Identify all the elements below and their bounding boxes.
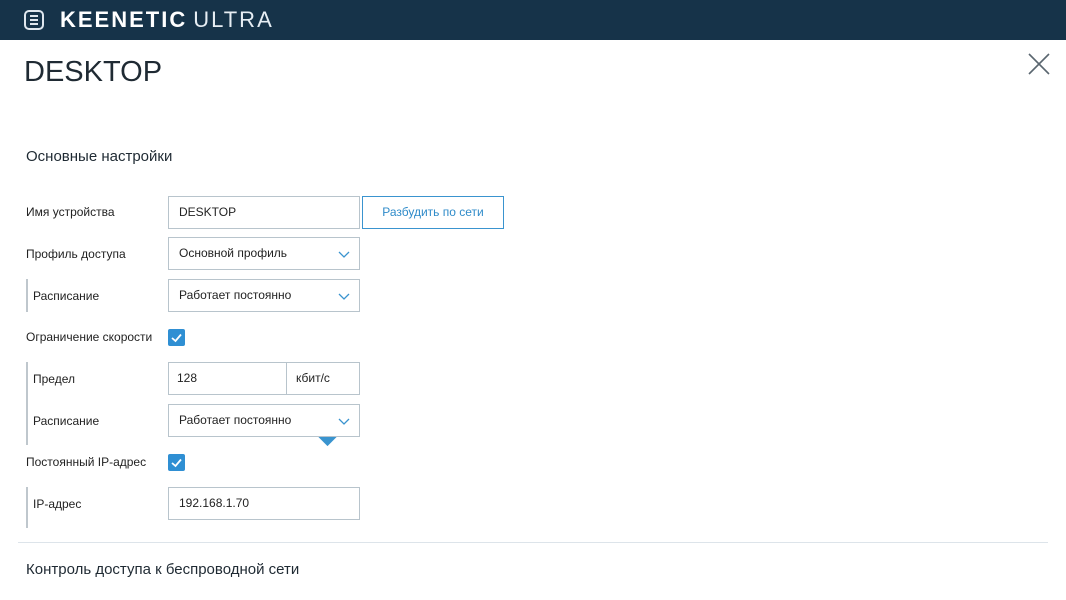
ip-address-value: 192.168.1.70 <box>179 496 250 510</box>
speed-schedule-label: Расписание <box>33 414 100 428</box>
device-name-value: DESKTOP <box>179 205 237 219</box>
chevron-down-icon <box>338 251 350 258</box>
limit-value: 128 <box>177 371 198 385</box>
indent-bar <box>26 279 28 312</box>
device-name-label: Имя устройства <box>26 205 115 219</box>
section-title-wireless: Контроль доступа к беспроводной сети <box>26 561 300 578</box>
wake-on-lan-button[interactable]: Разбудить по сети <box>362 196 504 229</box>
indent-bar <box>26 487 28 528</box>
ip-address-input[interactable]: 192.168.1.70 <box>168 487 360 520</box>
profile-schedule-value: Работает постоянно <box>179 288 292 302</box>
ip-address-label: IP-адрес <box>33 497 82 511</box>
chevron-down-icon <box>338 293 350 300</box>
speed-limit-checkbox[interactable] <box>168 329 185 346</box>
logo-brand: KEENETIC <box>60 7 188 32</box>
check-icon <box>171 458 182 468</box>
limit-unit-value: кбит/с <box>296 371 330 385</box>
limit-label: Предел <box>33 372 75 386</box>
profile-schedule-select[interactable]: Работает постоянно <box>168 279 360 312</box>
profile-schedule-label: Расписание <box>33 289 100 303</box>
section-title-basic: Основные настройки <box>26 148 173 165</box>
chevron-down-icon <box>338 418 350 425</box>
logo: KEENETIC ULTRA <box>60 6 274 34</box>
device-name-input[interactable]: DESKTOP <box>168 196 360 229</box>
check-icon <box>171 333 182 343</box>
page-title: DESKTOP <box>24 56 163 88</box>
access-profile-label: Профиль доступа <box>26 247 126 261</box>
limit-unit-select[interactable]: кбит/с <box>286 363 359 447</box>
speed-schedule-select[interactable]: Работает постоянно <box>168 404 360 437</box>
speed-limit-label: Ограничение скорости <box>26 330 153 344</box>
logo-model: ULTRA <box>193 7 274 32</box>
section-divider <box>18 542 1048 543</box>
indent-bar <box>26 362 28 445</box>
limit-input[interactable]: 128 кбит/с <box>168 362 360 447</box>
menu-icon[interactable] <box>24 10 44 30</box>
access-profile-select[interactable]: Основной профиль <box>168 237 360 270</box>
static-ip-checkbox[interactable] <box>168 454 185 471</box>
close-icon[interactable] <box>1026 51 1052 77</box>
static-ip-label: Постоянный IP-адрес <box>26 455 147 469</box>
top-bar: KEENETIC ULTRA <box>0 0 1066 40</box>
access-profile-value: Основной профиль <box>179 246 288 260</box>
speed-schedule-value: Работает постоянно <box>179 413 292 427</box>
